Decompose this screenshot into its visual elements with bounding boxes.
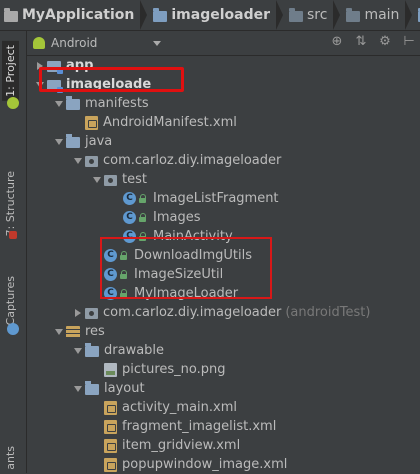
breadcrumb: MyApplication imageloader src main java <box>0 0 420 31</box>
left-tool-strip: 1: Project 7: Structure Captures ants <box>0 31 27 473</box>
tree-row[interactable]: com.carloz.diy.imageloader <box>71 151 281 170</box>
android-icon <box>33 37 45 49</box>
tree-item-label: manifests <box>85 96 149 111</box>
structure-icon <box>9 231 17 239</box>
image-file-icon <box>104 362 117 377</box>
chevron-down-icon[interactable] <box>74 157 82 164</box>
tree-row[interactable]: res <box>52 322 105 341</box>
tree-row[interactable]: java <box>52 132 112 151</box>
chevron-down-icon[interactable] <box>74 385 82 392</box>
breadcrumb-label: imageloader <box>171 7 270 23</box>
tree-item-label: res <box>85 324 105 339</box>
tree-item-label: test <box>122 172 147 187</box>
chevron-down-icon[interactable] <box>93 176 101 183</box>
folder-icon <box>346 7 361 22</box>
toolbar-icons: ⊕ ⇅ ⚙ ⊢ <box>330 35 416 49</box>
tab-project[interactable]: 1: Project <box>2 41 19 101</box>
folder-icon <box>289 7 303 22</box>
breadcrumb-item-imageloader[interactable]: imageloader <box>149 0 276 30</box>
tree-item-label: pictures_no.png <box>122 362 226 377</box>
lock-icon <box>139 213 146 222</box>
hide-icon[interactable]: ⊢ <box>402 35 416 49</box>
tree-item-label: AndroidManifest.xml <box>103 115 237 130</box>
breadcrumb-label: main <box>364 7 400 23</box>
target-icon[interactable]: ⊕ <box>330 35 344 49</box>
tree-row[interactable]: test <box>90 170 147 189</box>
tree-item-label: item_gridview.xml <box>122 438 241 453</box>
view-selector-label: Android <box>51 36 98 50</box>
package-icon <box>85 156 98 167</box>
captures-icon <box>7 323 19 335</box>
folder-icon <box>66 134 80 148</box>
tab-captures[interactable]: Captures <box>4 276 17 325</box>
module-folder-icon <box>153 7 168 22</box>
xml-file-icon <box>104 400 117 415</box>
tree-item-label: com.carloz.diy.imageloader <box>103 305 282 320</box>
view-selector[interactable]: Android <box>33 36 162 50</box>
lock-icon <box>139 194 146 203</box>
folder-icon <box>85 381 99 395</box>
xml-file-icon <box>104 419 117 434</box>
chevron-down-icon[interactable] <box>55 138 63 145</box>
class-icon: C <box>123 211 136 224</box>
resources-icon <box>66 325 80 338</box>
xml-file-icon <box>85 115 98 130</box>
settings-icon[interactable]: ⚙ <box>378 35 392 49</box>
breadcrumb-separator <box>333 0 341 30</box>
breadcrumb-item-java[interactable]: java <box>414 0 420 30</box>
breadcrumb-item-src[interactable]: src <box>285 0 333 30</box>
tab-structure[interactable]: 7: Structure <box>4 171 17 236</box>
tree-item-label: drawable <box>104 343 165 358</box>
tree-item-label: popupwindow_image.xml <box>122 457 288 472</box>
xml-file-icon <box>104 457 117 472</box>
tree-item-label: ImageListFragment <box>153 191 279 206</box>
tree-item-label: java <box>85 134 113 149</box>
tree-row[interactable]: com.carloz.diy.imageloader (androidTest) <box>71 303 370 322</box>
tree-item-label: fragment_imagelist.xml <box>122 419 277 434</box>
breadcrumb-separator <box>140 0 148 30</box>
tree-row[interactable]: item_gridview.xml <box>90 436 240 455</box>
tree-row[interactable]: pictures_no.png <box>90 360 226 379</box>
tree-row[interactable]: layout <box>71 379 145 398</box>
breadcrumb-separator <box>405 0 413 30</box>
chevron-down-icon <box>153 40 162 46</box>
xml-file-icon <box>104 438 117 453</box>
tree-item-suffix: (androidTest) <box>285 305 371 320</box>
folder-icon <box>85 343 99 357</box>
tree-row[interactable]: AndroidManifest.xml <box>71 113 237 132</box>
folder-icon <box>66 96 80 110</box>
tree-item-label: Images <box>153 210 201 225</box>
tree-item-label: layout <box>104 381 145 396</box>
tree-row[interactable]: C Images <box>109 208 201 227</box>
tree-row[interactable]: popupwindow_image.xml <box>90 455 287 474</box>
tree-item-label: com.carloz.diy.imageloader <box>103 153 282 168</box>
tree-item-label: activity_main.xml <box>122 400 238 415</box>
tree-row[interactable]: drawable <box>71 341 164 360</box>
package-icon <box>85 308 98 319</box>
class-icon: C <box>123 192 136 205</box>
collapse-icon[interactable]: ⇅ <box>354 35 368 49</box>
chevron-down-icon[interactable] <box>74 347 82 354</box>
highlight-box-imageloader <box>39 67 184 92</box>
tree-row[interactable]: manifests <box>52 94 149 113</box>
breadcrumb-label: src <box>307 7 328 23</box>
chevron-down-icon[interactable] <box>55 100 63 107</box>
chevron-down-icon[interactable] <box>55 328 63 335</box>
breadcrumb-item-main[interactable]: main <box>342 0 405 30</box>
breadcrumb-separator <box>276 0 283 30</box>
tab-build-variants[interactable]: ants <box>4 446 17 470</box>
folder-icon <box>4 7 18 22</box>
project-toolbar: Android ⊕ ⇅ ⚙ ⊢ <box>27 31 420 56</box>
android-icon <box>7 97 19 109</box>
chevron-right-icon[interactable] <box>75 308 81 317</box>
package-icon <box>104 175 117 186</box>
tree-row[interactable]: activity_main.xml <box>90 398 237 417</box>
breadcrumb-label: MyApplication <box>22 7 135 23</box>
tree-row[interactable]: fragment_imagelist.xml <box>90 417 276 436</box>
highlight-box-utils <box>100 237 272 299</box>
tree-row[interactable]: C ImageListFragment <box>109 189 279 208</box>
breadcrumb-item-myapplication[interactable]: MyApplication <box>0 0 140 30</box>
